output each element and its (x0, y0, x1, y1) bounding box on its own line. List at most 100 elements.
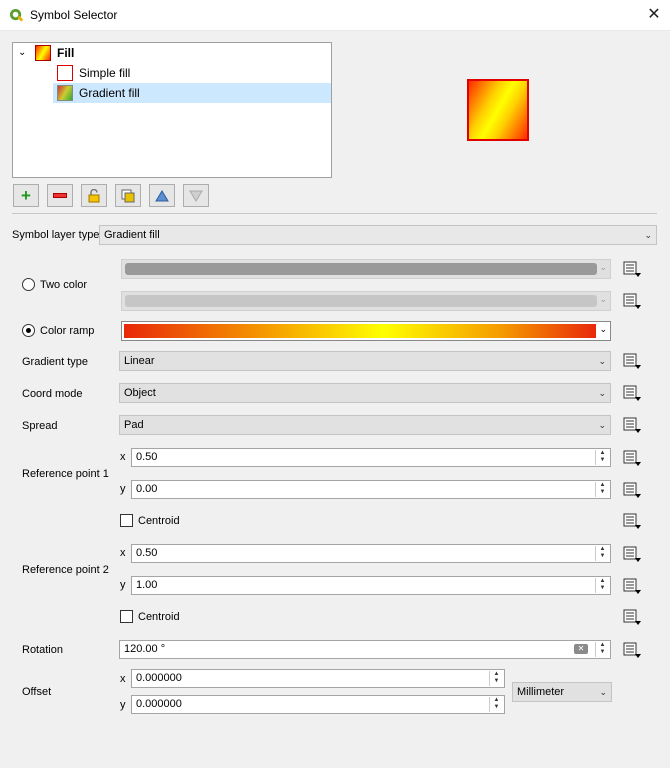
reference-point-2-label: Reference point 2 (22, 564, 109, 576)
symbol-layer-type-label: Symbol layer type (12, 229, 100, 241)
spin-arrows-icon[interactable]: ▲ ▼ (489, 671, 503, 686)
ref2-y-label: y (120, 579, 126, 591)
spread-label: Spread (22, 420, 58, 432)
data-defined-icon (623, 417, 641, 433)
data-defined-icon (623, 513, 641, 529)
data-defined-override-button[interactable] (622, 576, 642, 596)
offset-y-value: 0.000000 (136, 698, 182, 710)
spin-arrows-icon[interactable]: ▲ ▼ (489, 697, 503, 712)
color2-swatch (125, 295, 597, 307)
offset-unit-select[interactable]: Millimeter ⌄ (512, 682, 612, 702)
ref1-centroid-checkbox[interactable] (120, 514, 133, 527)
symbol-layer-tree[interactable]: ⌄ Fill Simple fill Gradient fill (12, 42, 332, 178)
chevron-down-icon: ⌄ (599, 687, 607, 697)
data-defined-override-button[interactable] (622, 291, 642, 311)
lock-icon (88, 188, 100, 202)
ref2-centroid-label: Centroid (138, 611, 180, 623)
offset-x-value: 0.000000 (136, 672, 182, 684)
spin-arrows-icon[interactable]: ▲ ▼ (595, 578, 609, 593)
symbol-layer-type-select[interactable]: Gradient fill ⌄ (99, 225, 657, 245)
plus-icon: + (21, 185, 31, 205)
simple-fill-swatch-icon (57, 65, 73, 81)
rotation-input[interactable]: 120.00 ° ✕ ▲ ▼ (119, 640, 611, 659)
ref2-x-label: x (120, 547, 126, 559)
offset-x-input[interactable]: 0.000000 ▲ ▼ (131, 669, 505, 688)
ref1-y-label: y (120, 483, 126, 495)
color-ramp-swatch (124, 324, 596, 338)
add-layer-button[interactable]: + (13, 184, 39, 207)
tree-item-simple-fill-label: Simple fill (79, 66, 131, 80)
offset-unit-value: Millimeter (517, 686, 565, 698)
data-defined-override-button[interactable] (622, 448, 642, 468)
color-ramp-button[interactable]: ⌄ (121, 321, 611, 341)
color-ramp-radio[interactable] (22, 324, 35, 337)
ref1-centroid-label: Centroid (138, 515, 180, 527)
gradient-fill-swatch-icon (57, 85, 73, 101)
move-down-button[interactable] (183, 184, 209, 207)
two-color-radio[interactable] (22, 278, 35, 291)
offset-y-label: y (120, 699, 126, 711)
collapse-chevron-icon[interactable]: ⌄ (18, 47, 26, 58)
triangle-down-icon (189, 190, 203, 202)
tree-item-gradient-fill-label: Gradient fill (79, 86, 140, 100)
rotation-label: Rotation (22, 644, 63, 656)
duplicate-icon (121, 189, 135, 202)
reference-point-1-label: Reference point 1 (22, 468, 109, 480)
ref1-x-input[interactable]: 0.50 ▲ ▼ (131, 448, 611, 467)
minus-icon (53, 193, 67, 198)
coord-mode-select[interactable]: Object ⌄ (119, 383, 611, 403)
data-defined-override-button[interactable] (622, 511, 642, 531)
spin-arrows-icon[interactable]: ▲ ▼ (595, 482, 609, 497)
data-defined-override-button[interactable] (622, 480, 642, 500)
close-button[interactable]: ✕ (642, 3, 666, 27)
data-defined-icon (623, 546, 641, 562)
spin-arrows-icon[interactable]: ▲ ▼ (595, 450, 609, 465)
data-defined-override-button[interactable] (622, 544, 642, 564)
tree-item-fill-label: Fill (57, 46, 75, 60)
data-defined-override-button[interactable] (622, 415, 642, 435)
data-defined-override-button[interactable] (622, 259, 642, 279)
gradient-type-label: Gradient type (22, 356, 89, 368)
data-defined-override-button[interactable] (622, 383, 642, 403)
color1-button[interactable]: ⌄ (121, 259, 611, 279)
chevron-down-icon: ⌄ (644, 230, 652, 240)
remove-layer-button[interactable] (47, 184, 73, 207)
gradient-type-select[interactable]: Linear ⌄ (119, 351, 611, 371)
data-defined-icon (623, 578, 641, 594)
chevron-down-icon: ⌄ (598, 356, 606, 366)
data-defined-icon (623, 642, 641, 658)
lock-layer-button[interactable] (81, 184, 107, 207)
data-defined-icon (623, 385, 641, 401)
ref2-centroid-checkbox[interactable] (120, 610, 133, 623)
ref2-y-input[interactable]: 1.00 ▲ ▼ (131, 576, 611, 595)
rotation-value: 120.00 ° (124, 643, 166, 655)
chevron-down-icon: ⌄ (598, 388, 606, 398)
offset-x-label: x (120, 673, 126, 685)
spin-arrows-icon[interactable]: ▲ ▼ (595, 546, 609, 561)
data-defined-icon (623, 261, 641, 277)
tree-item-simple-fill[interactable]: Simple fill (55, 63, 195, 83)
clear-icon[interactable]: ✕ (574, 644, 588, 654)
qgis-logo-icon (9, 8, 24, 22)
tree-item-fill[interactable]: Fill (35, 43, 74, 63)
offset-y-input[interactable]: 0.000000 ▲ ▼ (131, 695, 505, 714)
gradient-type-value: Linear (124, 355, 155, 367)
color2-button[interactable]: ⌄ (121, 291, 611, 311)
color-ramp-label: Color ramp (40, 325, 95, 337)
ref1-y-input[interactable]: 0.00 ▲ ▼ (131, 480, 611, 499)
ref2-y-value: 1.00 (136, 579, 158, 591)
chevron-down-icon: ⌄ (599, 262, 607, 272)
spread-select[interactable]: Pad ⌄ (119, 415, 611, 435)
ref2-x-input[interactable]: 0.50 ▲ ▼ (131, 544, 611, 563)
title-bar: Symbol Selector ✕ (0, 0, 670, 31)
window-title: Symbol Selector (30, 8, 118, 22)
data-defined-override-button[interactable] (622, 640, 642, 660)
data-defined-override-button[interactable] (622, 351, 642, 371)
data-defined-override-button[interactable] (622, 607, 642, 627)
data-defined-icon (623, 450, 641, 466)
spin-arrows-icon[interactable]: ▲ ▼ (595, 642, 609, 657)
chevron-down-icon: ⌄ (599, 324, 607, 334)
move-up-button[interactable] (149, 184, 175, 207)
duplicate-layer-button[interactable] (115, 184, 141, 207)
tree-item-gradient-fill[interactable]: Gradient fill (53, 83, 331, 103)
